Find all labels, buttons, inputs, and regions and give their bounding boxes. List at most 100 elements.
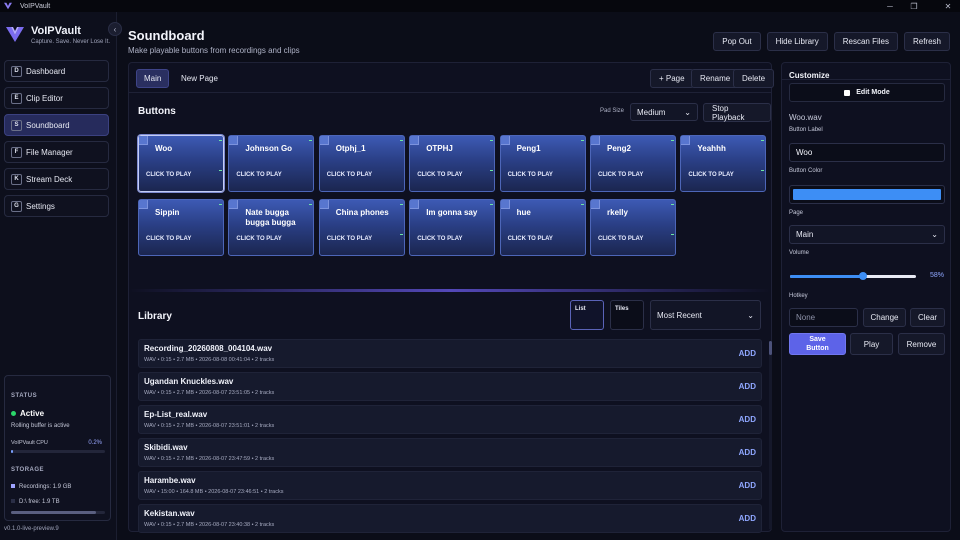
brand-name: VoIPVault [31, 25, 81, 37]
app-logo-icon [4, 2, 12, 10]
library-scrollbar[interactable] [769, 341, 772, 529]
library-row[interactable]: Kekistan.wav WAV • 0:15 • 2.7 MB • 2026-0… [138, 504, 762, 533]
pad-corner-icon [139, 200, 148, 209]
sidebar-item-soundboard[interactable]: S Soundboard [4, 114, 109, 136]
library-row[interactable]: Ugandan Knuckles.wav WAV • 0:15 • 2.7 MB … [138, 372, 762, 401]
resize-divider[interactable] [129, 289, 771, 292]
button-label-input[interactable]: Woo [789, 143, 945, 162]
pop-out-button[interactable]: Pop Out [713, 32, 761, 51]
play-button[interactable]: Play [850, 333, 893, 355]
save-button[interactable]: Save Button [789, 333, 846, 355]
volume-slider-handle[interactable] [859, 272, 868, 280]
pad-corner-icon [139, 136, 148, 145]
sound-pad[interactable]: Otphj_1 CLICK TO PLAY [318, 135, 405, 192]
hide-library-button[interactable]: Hide Library [766, 32, 828, 51]
maximize-icon[interactable]: ❐ [902, 0, 926, 12]
sound-pad[interactable]: Woo CLICK TO PLAY [138, 135, 224, 192]
sidebar: VoIPVault Capture. Save. Never Lose It. … [0, 12, 122, 540]
sound-pad[interactable]: Im gonna say CLICK TO PLAY [409, 199, 496, 256]
clear-hotkey-button[interactable]: Clear [910, 308, 945, 327]
sidebar-item-file-manager[interactable]: F File Manager [4, 141, 109, 163]
library-file-name: Recording_20260808_004104.wav [144, 344, 273, 353]
add-page-button[interactable]: + Page [650, 69, 694, 88]
add-to-board-button[interactable]: ADD [739, 349, 756, 358]
checkbox-icon [844, 89, 851, 96]
soundboard-panel: Main New Page + Page Rename Delete Butto… [128, 62, 775, 533]
volume-slider[interactable] [790, 272, 916, 280]
rescan-files-button[interactable]: Rescan Files [833, 32, 898, 51]
pad-cta: CLICK TO PLAY [507, 236, 553, 242]
sound-pad[interactable]: Sippin CLICK TO PLAY [138, 199, 224, 256]
add-to-board-button[interactable]: ADD [739, 514, 756, 523]
pad-size-label: Pad Size [600, 108, 625, 114]
add-to-board-button[interactable]: ADD [739, 448, 756, 457]
sound-pad[interactable]: Peng2 CLICK TO PLAY [590, 135, 676, 192]
sound-pad[interactable]: China phones CLICK TO PLAY [318, 199, 405, 256]
button-color-picker[interactable] [789, 185, 945, 204]
library-file-name: Harambe.wav [144, 476, 196, 485]
pad-indicator [219, 170, 222, 171]
view-tiles-button[interactable]: Tiles [610, 300, 644, 330]
sidebar-item-stream-deck[interactable]: K Stream Deck [4, 168, 109, 190]
storage-bar [11, 511, 105, 514]
sidebar-item-settings[interactable]: G Settings [4, 195, 109, 217]
minimize-icon[interactable]: ─ [878, 0, 902, 12]
page-heading: Page [789, 210, 804, 216]
close-icon[interactable]: ✕ [936, 0, 960, 12]
add-to-board-button[interactable]: ADD [739, 415, 756, 424]
library-sort-select[interactable]: Most Recent ⌄ [650, 300, 761, 330]
hotkey-badge: F [11, 146, 22, 158]
stop-playback-button[interactable]: Stop Playback [703, 103, 771, 122]
change-hotkey-button[interactable]: Change [863, 308, 906, 327]
sound-pad[interactable]: OTPHJ CLICK TO PLAY [409, 135, 496, 192]
scrollbar-thumb[interactable] [769, 341, 772, 355]
page-subtitle: Make playable buttons from recordings an… [128, 46, 300, 55]
header-actions: Pop Out Hide Library Rescan Files Refres… [713, 32, 950, 51]
pad-cta: CLICK TO PLAY [236, 172, 282, 178]
status-indicator: Active [11, 409, 44, 418]
tab-main[interactable]: Main [136, 69, 170, 88]
hotkey-badge: E [11, 92, 22, 104]
view-list-button[interactable]: List [570, 300, 604, 330]
pad-indicator [490, 204, 494, 205]
pad-indicator [219, 140, 222, 141]
sound-pad[interactable]: Peng1 CLICK TO PLAY [499, 135, 586, 192]
hotkey-input[interactable]: None [789, 308, 858, 327]
sound-pad[interactable]: Nate bugga bugga bugga CLICK TO PLAY [228, 199, 315, 256]
brand-logo-icon [6, 27, 24, 42]
remove-button[interactable]: Remove [898, 333, 945, 355]
rename-page-button[interactable]: Rename [691, 69, 740, 88]
sidebar-item-clip-editor[interactable]: E Clip Editor [4, 87, 109, 109]
sidebar-item-dashboard[interactable]: D Dashboard [4, 60, 109, 82]
status-detail: Rolling buffer is active [11, 423, 70, 429]
refresh-button[interactable]: Refresh [903, 32, 950, 51]
delete-page-button[interactable]: Delete [733, 69, 775, 88]
window-title: VoIPVault [20, 2, 51, 10]
tab-new-page[interactable]: New Page [174, 69, 225, 88]
library-row[interactable]: Recording_20260808_004104.wav WAV • 0:15 … [138, 339, 762, 368]
pad-cta: CLICK TO PLAY [688, 172, 734, 178]
pad-cta: CLICK TO PLAY [326, 172, 373, 178]
pad-label: Woo [155, 144, 173, 153]
library-row[interactable]: Harambe.wav WAV • 15:00 • 164.8 MB • 2026… [138, 471, 762, 500]
pad-indicator [761, 140, 765, 141]
pad-cta: CLICK TO PLAY [598, 236, 644, 242]
page-select[interactable]: Main ⌄ [789, 225, 945, 244]
sound-pad[interactable]: Johnson Go CLICK TO PLAY [228, 135, 315, 192]
sound-pad[interactable]: hue CLICK TO PLAY [499, 199, 586, 256]
sidebar-nav: D Dashboard E Clip Editor S Soundboard F Fil… [4, 60, 109, 222]
collapse-sidebar-button[interactable]: ‹ [108, 22, 122, 36]
pad-corner-icon [410, 136, 420, 145]
app-version: v0.1.0-live-preview.9 [4, 526, 59, 532]
library-row[interactable]: Skibidi.wav WAV • 0:15 • 2.7 MB • 2026-08… [138, 438, 762, 467]
edit-mode-toggle[interactable]: Edit Mode [789, 83, 945, 102]
sound-pad[interactable]: rkelly CLICK TO PLAY [590, 199, 676, 256]
add-to-board-button[interactable]: ADD [739, 481, 756, 490]
pad-indicator [490, 170, 494, 171]
library-row[interactable]: Ep-List_real.wav WAV • 0:15 • 2.7 MB • 20… [138, 405, 762, 434]
pad-cta: CLICK TO PLAY [417, 236, 463, 242]
pad-size-select[interactable]: Medium ⌄ [630, 103, 698, 121]
add-to-board-button[interactable]: ADD [739, 382, 756, 391]
sound-pad[interactable]: Yeahhh CLICK TO PLAY [680, 135, 767, 192]
storage-free: D:\ free: 1.9 TB [11, 499, 60, 505]
